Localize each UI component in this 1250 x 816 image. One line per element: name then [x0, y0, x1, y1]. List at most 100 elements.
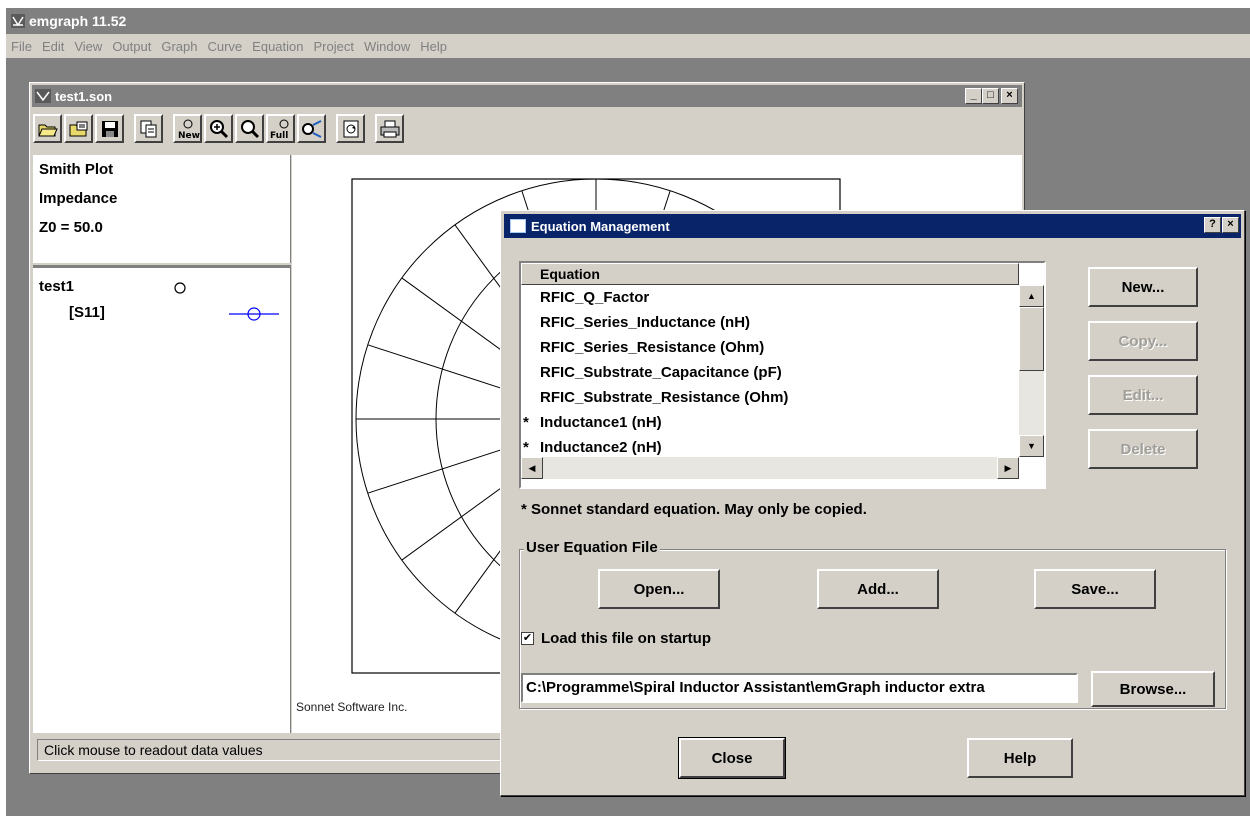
delete-equation-button[interactable]: Delete [1088, 429, 1198, 469]
save-equation-file-button[interactable]: Save... [1034, 569, 1156, 609]
scroll-thumb[interactable] [1019, 307, 1044, 371]
equation-name: RFIC_Q_Factor [540, 289, 650, 306]
equation-name: RFIC_Series_Inductance (nH) [540, 314, 751, 331]
menu-equation[interactable]: Equation [247, 39, 308, 54]
graph-window-icon [35, 89, 51, 103]
parameter-label: Impedance [39, 190, 118, 207]
curve-line-symbol-icon [229, 307, 279, 321]
load-on-startup-row[interactable]: ✔ Load this file on startup [521, 630, 711, 647]
copy-icon [140, 120, 156, 137]
menu-curve[interactable]: Curve [202, 39, 247, 54]
maximize-button[interactable]: □ [982, 88, 999, 104]
close-dialog-button[interactable]: Close [678, 737, 786, 779]
curve-group-symbol-icon [174, 282, 186, 294]
menu-graph[interactable]: Graph [156, 39, 202, 54]
group-label: User Equation File [524, 539, 660, 556]
equation-list[interactable]: Equation RFIC_Q_Factor RFIC_Series_Induct… [519, 261, 1046, 489]
zoom-out-icon [240, 119, 259, 138]
equation-list-header[interactable]: Equation [521, 263, 1019, 285]
curve-group-label: test1 [39, 278, 75, 295]
menu-file[interactable]: File [6, 39, 37, 54]
equation-rows: RFIC_Q_Factor RFIC_Series_Inductance (nH)… [521, 285, 1019, 460]
graph-toolbar: New Full [33, 110, 404, 148]
equation-file-path-input[interactable]: C:\Programme\Spiral Inductor Assistant\e… [521, 673, 1078, 703]
save-button[interactable] [95, 114, 124, 143]
edit-equation-button[interactable]: Edit... [1088, 375, 1198, 415]
print-button[interactable] [375, 114, 404, 143]
app-title: emgraph 11.52 [29, 13, 127, 29]
scroll-right-icon[interactable]: ▶ [997, 457, 1019, 479]
menu-output[interactable]: Output [107, 39, 156, 54]
z0-label: Z0 = 50.0 [39, 219, 103, 236]
equation-management-dialog: Equation Management ? × Equation RFIC_Q_… [500, 210, 1245, 796]
refresh-icon [343, 120, 358, 137]
open-project-icon [69, 121, 87, 136]
open-project-button[interactable] [64, 114, 93, 143]
reactance-line [367, 444, 517, 494]
load-on-startup-label: Load this file on startup [541, 630, 712, 647]
desktop: emgraph 11.52 File Edit View Output Grap… [0, 0, 1250, 816]
menu-window[interactable]: Window [359, 39, 415, 54]
menu-help[interactable]: Help [415, 39, 452, 54]
copy-equation-button[interactable]: Copy... [1088, 321, 1198, 361]
equation-row[interactable]: RFIC_Substrate_Resistance (Ohm) [521, 385, 1019, 410]
add-curve-button[interactable] [297, 114, 326, 143]
equation-row[interactable]: RFIC_Series_Inductance (nH) [521, 310, 1019, 335]
scroll-up-icon[interactable]: ▲ [1019, 285, 1044, 307]
add-equation-file-button[interactable]: Add... [817, 569, 939, 609]
app-logo-icon [11, 14, 25, 28]
dialog-title: Equation Management [531, 218, 670, 234]
curve-label: [S11] [69, 304, 105, 321]
minimize-button[interactable]: _ [965, 88, 982, 104]
app-titlebar[interactable]: emgraph 11.52 [6, 8, 1250, 34]
zoom-full-button[interactable]: Full [266, 114, 295, 143]
plot-type-label: Smith Plot [39, 161, 114, 178]
equation-name: Inductance1 (nH) [540, 414, 662, 431]
close-window-button[interactable]: × [1001, 88, 1018, 104]
svg-text:Full: Full [270, 131, 288, 140]
menu-project[interactable]: Project [309, 39, 359, 54]
new-graph-icon: New [178, 119, 200, 140]
graph-window-title: test1.son [55, 88, 113, 104]
menu-view[interactable]: View [69, 39, 107, 54]
zoom-in-button[interactable] [204, 114, 233, 143]
horizontal-scrollbar[interactable]: ◀ ▶ [521, 457, 1019, 479]
svg-text:New: New [178, 131, 200, 140]
help-button[interactable]: Help [967, 738, 1073, 778]
open-file-button[interactable] [33, 114, 62, 143]
zoom-out-button[interactable] [235, 114, 264, 143]
equation-row[interactable]: RFIC_Series_Resistance (Ohm) [521, 335, 1019, 360]
plot-credit: Sonnet Software Inc. [296, 700, 407, 714]
new-graph-button[interactable]: New [173, 114, 202, 143]
scroll-left-icon[interactable]: ◀ [521, 457, 543, 479]
scroll-down-icon[interactable]: ▼ [1019, 435, 1044, 457]
open-folder-icon [37, 124, 58, 136]
vertical-scrollbar[interactable]: ▲ ▼ [1019, 285, 1044, 457]
reactance-line [367, 344, 517, 394]
standard-equation-note: * Sonnet standard equation. May only be … [521, 501, 867, 518]
equation-row[interactable]: RFIC_Substrate_Capacitance (pF) [521, 360, 1019, 385]
graph-window-titlebar[interactable]: test1.son _ □ × [32, 85, 1022, 107]
equation-row[interactable]: RFIC_Q_Factor [521, 285, 1019, 310]
save-icon [101, 120, 118, 137]
equation-name: Inductance2 (nH) [540, 439, 662, 456]
print-icon [380, 120, 399, 137]
plot-legend-info: Smith Plot Impedance Z0 = 50.0 [33, 155, 291, 263]
copy-button[interactable] [134, 114, 163, 143]
dialog-close-icon[interactable]: × [1222, 217, 1239, 233]
status-bar: Click mouse to readout data values [37, 739, 507, 761]
refresh-button[interactable] [336, 114, 365, 143]
curve-legend: test1 [S11] [33, 265, 291, 733]
equation-row[interactable]: * Inductance1 (nH) [521, 410, 1019, 435]
curve-group-item[interactable]: test1 [39, 278, 74, 295]
zoom-full-icon: Full [270, 119, 288, 140]
menu-edit[interactable]: Edit [37, 39, 69, 54]
browse-button[interactable]: Browse... [1091, 671, 1215, 707]
curve-item[interactable]: [S11] [69, 304, 105, 321]
load-on-startup-checkbox[interactable]: ✔ [521, 632, 534, 645]
context-help-button[interactable]: ? [1204, 217, 1221, 233]
new-equation-button[interactable]: New... [1088, 267, 1198, 307]
dialog-titlebar[interactable]: Equation Management ? × [504, 214, 1241, 238]
dialog-window-icon [510, 219, 526, 233]
open-equation-file-button[interactable]: Open... [598, 569, 720, 609]
